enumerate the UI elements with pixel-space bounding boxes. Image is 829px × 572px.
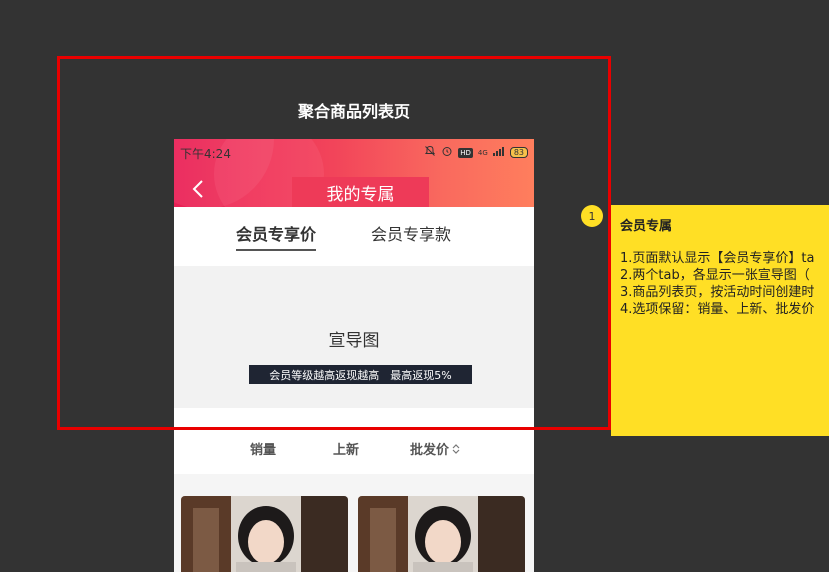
signal-icon xyxy=(492,146,505,159)
tab-member-style[interactable]: 会员专享款 xyxy=(371,221,451,249)
tab-bar: 会员专享价 会员专享款 xyxy=(174,207,534,265)
frame-title: 聚合商品列表页 xyxy=(297,102,410,121)
product-image xyxy=(181,496,348,572)
status-icons: HD 4G 83 xyxy=(424,145,528,160)
note-line: 4.选项保留：销量、上新、批发价 xyxy=(620,302,815,317)
tab-member-price[interactable]: 会员专享价 xyxy=(236,221,317,251)
sort-by-wholesale-price[interactable]: 批发价 xyxy=(410,439,460,458)
sort-bar: 销量 上新 批发价 xyxy=(174,429,534,469)
battery-icon: 83 xyxy=(509,147,528,158)
status-time: 下午4:24 xyxy=(180,147,231,161)
sort-label: 上新 xyxy=(333,443,360,458)
note-line: 1.页面默认显示【会员专享价】ta xyxy=(620,251,815,266)
chevron-left-icon xyxy=(192,180,203,198)
alarm-icon xyxy=(441,145,453,160)
product-card[interactable] xyxy=(181,496,348,572)
product-grid xyxy=(174,474,534,572)
sort-label: 销量 xyxy=(250,443,277,458)
page-title: 我的专属 xyxy=(292,177,429,207)
sort-by-new[interactable]: 上新 xyxy=(333,439,359,458)
header-bar: 下午4:24 HD 4G 83 我的专属 xyxy=(174,139,534,207)
note-line: 3.商品列表页，按活动时间创建时 xyxy=(620,285,815,300)
note-title: 会员专属 xyxy=(620,219,673,234)
sort-label: 批发价 xyxy=(410,443,450,458)
back-button[interactable] xyxy=(188,177,208,201)
promo-banner[interactable]: 宣导图 会员等级越高返现越高 最高返现5% xyxy=(174,266,534,408)
hd-badge: HD xyxy=(458,147,473,158)
note-index-badge[interactable]: 1 xyxy=(581,205,603,227)
network-label: 4G xyxy=(477,148,488,157)
phone-screen: 下午4:24 HD 4G 83 我的专属 会员专享价 会员专享款 宣导图 会员等… xyxy=(174,139,534,572)
product-card[interactable] xyxy=(358,496,525,572)
banner-title: 宣导图 xyxy=(328,331,380,351)
product-image xyxy=(358,496,525,572)
note-body: 1.页面默认显示【会员专享价】ta 2.两个tab，各显示一张宣导图（ 3.商品… xyxy=(620,250,814,318)
sort-by-sales[interactable]: 销量 xyxy=(250,439,276,458)
sort-arrows-icon xyxy=(452,443,460,454)
note-line: 2.两个tab，各显示一张宣导图（ xyxy=(620,268,810,283)
sticky-note[interactable]: 会员专属 1.页面默认显示【会员专享价】ta 2.两个tab，各显示一张宣导图（… xyxy=(611,205,829,436)
design-canvas: 聚合商品列表页 下午4:24 HD 4G 83 我的专属 会员专享价 会员专享款… xyxy=(0,0,829,572)
bell-off-icon xyxy=(424,145,436,160)
banner-tag: 会员等级越高返现越高 最高返现5% xyxy=(249,365,472,384)
